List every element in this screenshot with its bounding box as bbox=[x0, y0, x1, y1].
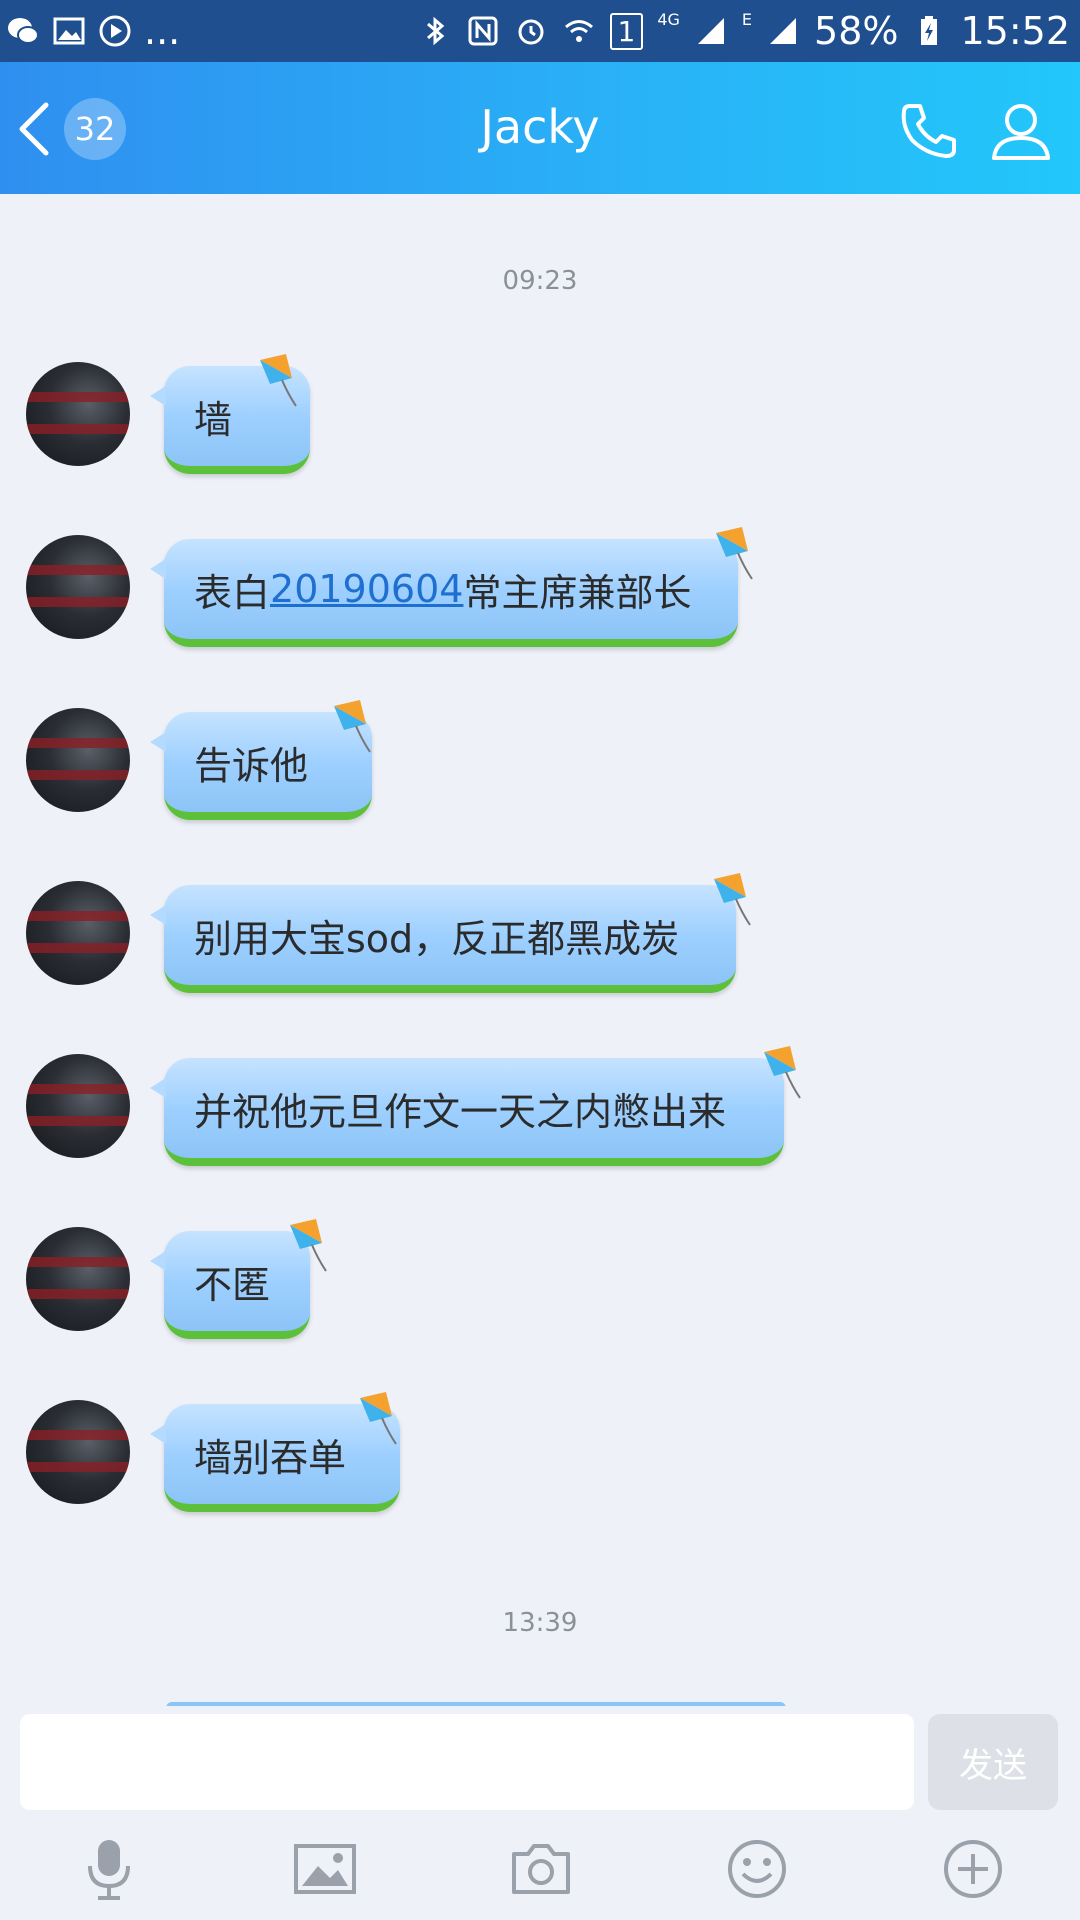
avatar[interactable] bbox=[26, 1054, 130, 1158]
kite-icon bbox=[360, 1392, 397, 1445]
unread-badge: 32 bbox=[64, 98, 126, 160]
message-bubble[interactable]: 表白 20190604 常主席兼部长 bbox=[150, 539, 738, 647]
signal-icon bbox=[697, 18, 724, 44]
camera-button[interactable] bbox=[508, 1836, 574, 1902]
nfc-icon bbox=[468, 16, 497, 46]
message-bubble[interactable]: 并祝他元旦作文一天之内憋出来 bbox=[150, 1058, 784, 1166]
message-link[interactable]: 20190604 bbox=[270, 567, 463, 611]
microphone-icon bbox=[88, 1840, 130, 1900]
kite-icon bbox=[334, 700, 371, 753]
avatar[interactable] bbox=[26, 881, 130, 985]
status-bar: ... 1 4G E 58% 15:52 bbox=[0, 0, 1080, 62]
wechat-icon bbox=[8, 18, 39, 44]
signal2-icon bbox=[770, 18, 797, 44]
contact-name: Jacky bbox=[480, 100, 600, 154]
message-input[interactable] bbox=[20, 1714, 914, 1810]
message-bubble[interactable]: 别用大宝sod，反正都黑成炭 bbox=[150, 885, 736, 993]
bluetooth-icon bbox=[426, 16, 444, 46]
message-text: 告诉他 bbox=[194, 743, 309, 788]
play-icon bbox=[99, 15, 131, 47]
message-text: 不匿 bbox=[194, 1262, 271, 1307]
message-text: 墙别吞单 bbox=[194, 1435, 347, 1480]
contact-icon[interactable] bbox=[988, 98, 1054, 164]
phone-icon[interactable] bbox=[896, 98, 962, 164]
message-text: 墙 bbox=[194, 397, 233, 442]
emoji-icon bbox=[728, 1840, 786, 1898]
emoji-button[interactable] bbox=[724, 1836, 790, 1902]
image-icon bbox=[294, 1844, 356, 1894]
status-overflow: ... bbox=[144, 9, 181, 53]
kite-icon bbox=[260, 354, 297, 407]
gallery-icon bbox=[53, 17, 85, 45]
kite-icon bbox=[716, 527, 753, 580]
kite-icon bbox=[714, 873, 751, 926]
timestamp: 13:39 bbox=[502, 1608, 578, 1638]
chat-header: 32 Jacky bbox=[0, 62, 1080, 194]
wifi-icon bbox=[564, 20, 593, 42]
message-text: 表白 bbox=[194, 570, 271, 615]
battery-percent: 58% bbox=[814, 9, 899, 53]
send-button[interactable]: 发送 bbox=[928, 1714, 1058, 1810]
image-button[interactable] bbox=[292, 1836, 358, 1902]
clock: 15:52 bbox=[960, 9, 1070, 53]
status-right: 1 4G E 58% 15:52 bbox=[418, 8, 1070, 54]
timestamp: 09:23 bbox=[502, 266, 578, 296]
voice-button[interactable] bbox=[76, 1836, 142, 1902]
avatar[interactable] bbox=[26, 535, 130, 639]
sim-indicator: 1 bbox=[609, 12, 644, 50]
battery-icon bbox=[921, 16, 938, 45]
avatar[interactable] bbox=[26, 1400, 130, 1504]
kite-icon bbox=[764, 1046, 801, 1099]
avatar[interactable] bbox=[26, 708, 130, 812]
avatar[interactable] bbox=[26, 362, 130, 466]
network-type-2: E bbox=[741, 9, 753, 29]
avatar[interactable] bbox=[26, 1227, 130, 1331]
more-button[interactable] bbox=[940, 1836, 1006, 1902]
back-icon bbox=[19, 102, 49, 156]
network-type: 4G bbox=[657, 9, 680, 29]
status-left: ... bbox=[6, 8, 180, 54]
message-text: 并祝他元旦作文一天之内憋出来 bbox=[194, 1089, 727, 1134]
camera-icon bbox=[512, 1844, 570, 1894]
kite-icon bbox=[290, 1219, 327, 1272]
message-text: 别用大宝sod，反正都黑成炭 bbox=[194, 916, 680, 961]
input-bar: 发送 bbox=[0, 1706, 1080, 1920]
back-button[interactable]: 32 bbox=[14, 94, 134, 164]
message-text: 常主席兼部长 bbox=[463, 570, 692, 615]
alarm-icon bbox=[518, 19, 543, 45]
plus-icon bbox=[944, 1840, 1002, 1898]
